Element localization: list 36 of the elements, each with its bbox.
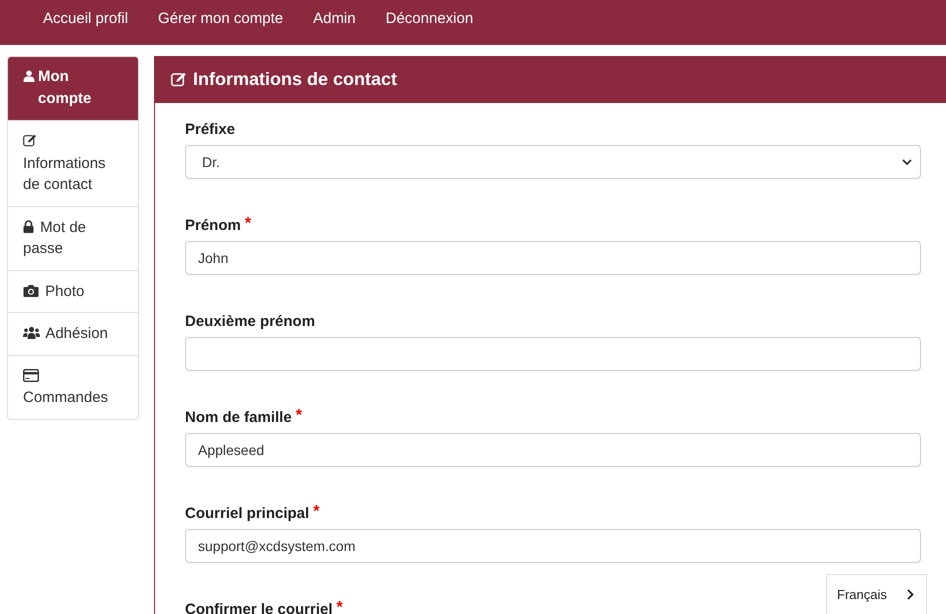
- required-asterisk: *: [336, 601, 343, 614]
- required-asterisk: *: [244, 217, 252, 234]
- camera-icon: [23, 284, 39, 296]
- user-icon: [23, 70, 35, 82]
- nav-link[interactable]: Déconnexion: [386, 10, 474, 27]
- field-label: Prénom: [185, 217, 241, 234]
- field-label: Préfixe: [185, 121, 236, 138]
- required-asterisk: *: [296, 409, 302, 426]
- prefix-select[interactable]: Dr.: [185, 145, 921, 179]
- field-label: Nom de famille: [185, 409, 292, 426]
- sidebar-title: Mon compte: [38, 67, 92, 109]
- edit-icon: [171, 72, 187, 87]
- sidebar-item[interactable]: Mot de passe: [8, 206, 138, 270]
- lock-icon: [23, 220, 34, 232]
- sidebar-item[interactable]: Adhésion: [8, 312, 138, 354]
- users-icon: [23, 326, 40, 339]
- chevron-down-icon: [902, 159, 912, 165]
- input-field[interactable]: [185, 337, 921, 371]
- required-asterisk: *: [313, 505, 320, 522]
- nav-link[interactable]: Gérer mon compte: [158, 10, 284, 27]
- input-field[interactable]: Appleseed: [185, 433, 921, 467]
- nav-link[interactable]: Admin: [313, 10, 356, 27]
- sidebar-item[interactable]: Commandes: [8, 354, 138, 418]
- chevron-right-icon: [907, 589, 914, 600]
- credit-card-icon: [23, 368, 39, 382]
- input-field[interactable]: support@xcdsystem.com: [185, 529, 921, 563]
- field-label: Confirmer le courriel: [185, 601, 333, 614]
- input-field[interactable]: John: [185, 241, 921, 275]
- edit-icon: [23, 134, 37, 147]
- panel-title: Informations de contact: [193, 69, 398, 90]
- sidebar-item[interactable]: Informations de contact: [8, 120, 138, 206]
- nav-link[interactable]: Accueil profil: [43, 10, 128, 27]
- field-label: Courriel principal: [185, 505, 310, 522]
- sidebar-item[interactable]: Photo: [8, 270, 138, 312]
- field-label: Deuxième prénom: [185, 313, 316, 330]
- language-button[interactable]: Français: [826, 574, 927, 614]
